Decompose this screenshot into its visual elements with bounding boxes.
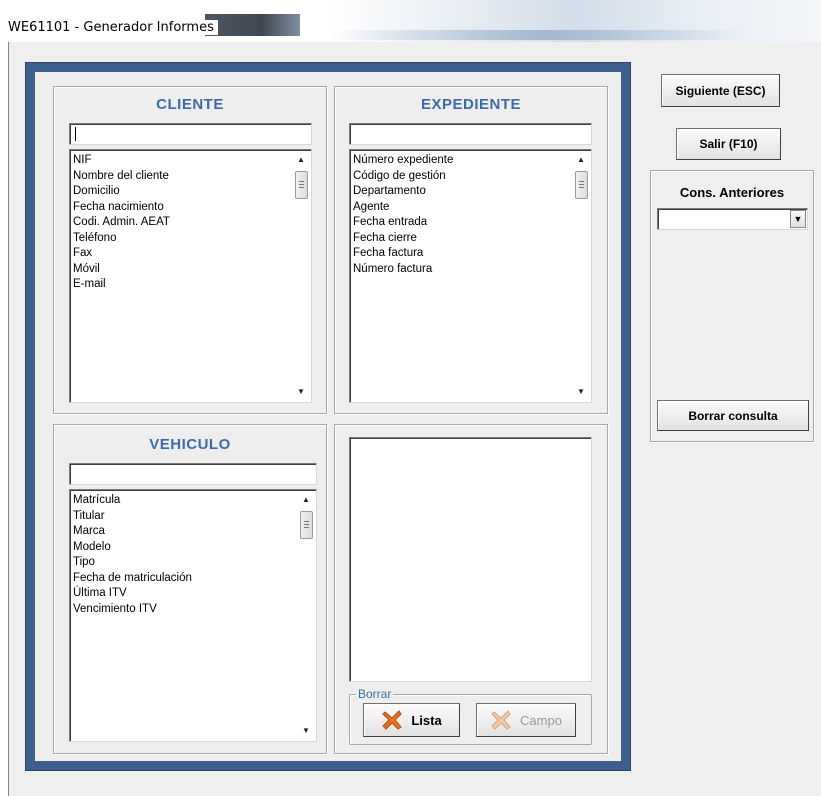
scrollbar-thumb[interactable] [295, 171, 308, 199]
selected-fields-group: Borrar Lista Campo [334, 424, 608, 754]
list-item[interactable]: Fecha cierre [353, 231, 571, 247]
vehiculo-field-list[interactable]: Matrícula Titular Marca Modelo Tipo Fech… [69, 489, 317, 742]
list-item[interactable]: NIF [73, 153, 291, 169]
list-item[interactable]: Agente [353, 200, 571, 216]
expediente-field-list[interactable]: Número expediente Código de gestión Depa… [349, 149, 592, 403]
expediente-search-input[interactable] [349, 123, 592, 145]
expediente-group: EXPEDIENTE Número expediente Código de g… [334, 86, 608, 414]
borrar-campo-button[interactable]: Campo [476, 703, 576, 737]
scroll-up-arrow-icon[interactable]: ▲ [293, 152, 309, 168]
list-item[interactable]: Número expediente [353, 153, 571, 169]
title-bar[interactable]: WE61101 - Generador Informes [0, 0, 821, 42]
borrar-consulta-button[interactable]: Borrar consulta [657, 400, 809, 431]
window-body: CLIENTE NIF Nombre del cliente Domicilio… [8, 42, 821, 796]
list-item[interactable]: Domicilio [73, 184, 291, 200]
window-title: WE61101 - Generador Informes [8, 20, 218, 35]
list-item[interactable]: Código de gestión [353, 169, 571, 185]
cons-anteriores-group: Cons. Anteriores ▼ Borrar consulta [650, 170, 814, 442]
scroll-down-arrow-icon[interactable]: ▼ [298, 723, 314, 739]
siguiente-button[interactable]: Siguiente (ESC) [661, 74, 780, 107]
expediente-title: EXPEDIENTE [420, 96, 522, 113]
list-item[interactable]: Fecha de matriculación [73, 571, 296, 587]
list-item[interactable]: Móvil [73, 262, 291, 278]
title-bar-glass-highlight [330, 30, 750, 40]
list-item[interactable]: Fecha nacimiento [73, 200, 291, 216]
borrar-lista-label: Lista [411, 712, 442, 728]
scroll-down-arrow-icon[interactable]: ▼ [573, 384, 589, 400]
list-item[interactable]: Teléfono [73, 231, 291, 247]
list-item[interactable]: Última ITV [73, 586, 296, 602]
list-item[interactable]: Matrícula [73, 493, 296, 509]
vehiculo-title: VEHICULO [149, 436, 231, 453]
scroll-up-arrow-icon[interactable]: ▲ [298, 492, 314, 508]
salir-button[interactable]: Salir (F10) [676, 128, 781, 160]
cons-anteriores-title: Cons. Anteriores [679, 185, 785, 200]
delete-x-icon [382, 710, 403, 730]
list-item[interactable]: Marca [73, 524, 296, 540]
fields-panel: CLIENTE NIF Nombre del cliente Domicilio… [35, 72, 621, 761]
borrar-legend: Borrar [356, 687, 394, 701]
vehiculo-search-input[interactable] [69, 463, 317, 485]
list-item[interactable]: Número factura [353, 262, 571, 278]
list-item[interactable]: Modelo [73, 540, 296, 556]
scrollbar-thumb[interactable] [300, 511, 313, 539]
cliente-group: CLIENTE NIF Nombre del cliente Domicilio… [53, 86, 327, 414]
cons-anteriores-select[interactable]: ▼ [657, 208, 808, 230]
vehiculo-scrollbar[interactable]: ▲ ▼ [298, 492, 314, 739]
cliente-scrollbar[interactable]: ▲ ▼ [293, 152, 309, 400]
cliente-field-list[interactable]: NIF Nombre del cliente Domicilio Fecha n… [69, 149, 312, 403]
title-bar-glass [205, 14, 300, 36]
borrar-campo-label: Campo [520, 712, 562, 728]
list-item[interactable]: E-mail [73, 277, 291, 293]
list-item[interactable]: Titular [73, 509, 296, 525]
dropdown-arrow-icon[interactable]: ▼ [790, 210, 806, 228]
list-item[interactable]: Departamento [353, 184, 571, 200]
list-item[interactable]: Vencimiento ITV [73, 602, 296, 618]
borrar-lista-button[interactable]: Lista [363, 703, 460, 737]
cliente-search-input[interactable] [69, 123, 312, 145]
list-item[interactable]: Fax [73, 246, 291, 262]
text-caret [75, 127, 76, 141]
vehiculo-group: VEHICULO Matrícula Titular Marca Modelo … [53, 424, 327, 754]
list-item[interactable]: Fecha entrada [353, 215, 571, 231]
borrar-fieldset: Borrar Lista Campo [349, 687, 592, 745]
list-item[interactable]: Nombre del cliente [73, 169, 291, 185]
scrollbar-thumb[interactable] [575, 171, 588, 199]
cliente-title: CLIENTE [156, 96, 224, 113]
expediente-scrollbar[interactable]: ▲ ▼ [573, 152, 589, 400]
scroll-down-arrow-icon[interactable]: ▼ [293, 384, 309, 400]
list-item[interactable]: Tipo [73, 555, 296, 571]
delete-x-icon [491, 710, 511, 730]
scroll-up-arrow-icon[interactable]: ▲ [573, 152, 589, 168]
list-item[interactable]: Codi. Admin. AEAT [73, 215, 291, 231]
list-item[interactable]: Fecha factura [353, 246, 571, 262]
fields-frame: CLIENTE NIF Nombre del cliente Domicilio… [25, 62, 631, 771]
selected-fields-list[interactable] [349, 437, 592, 682]
